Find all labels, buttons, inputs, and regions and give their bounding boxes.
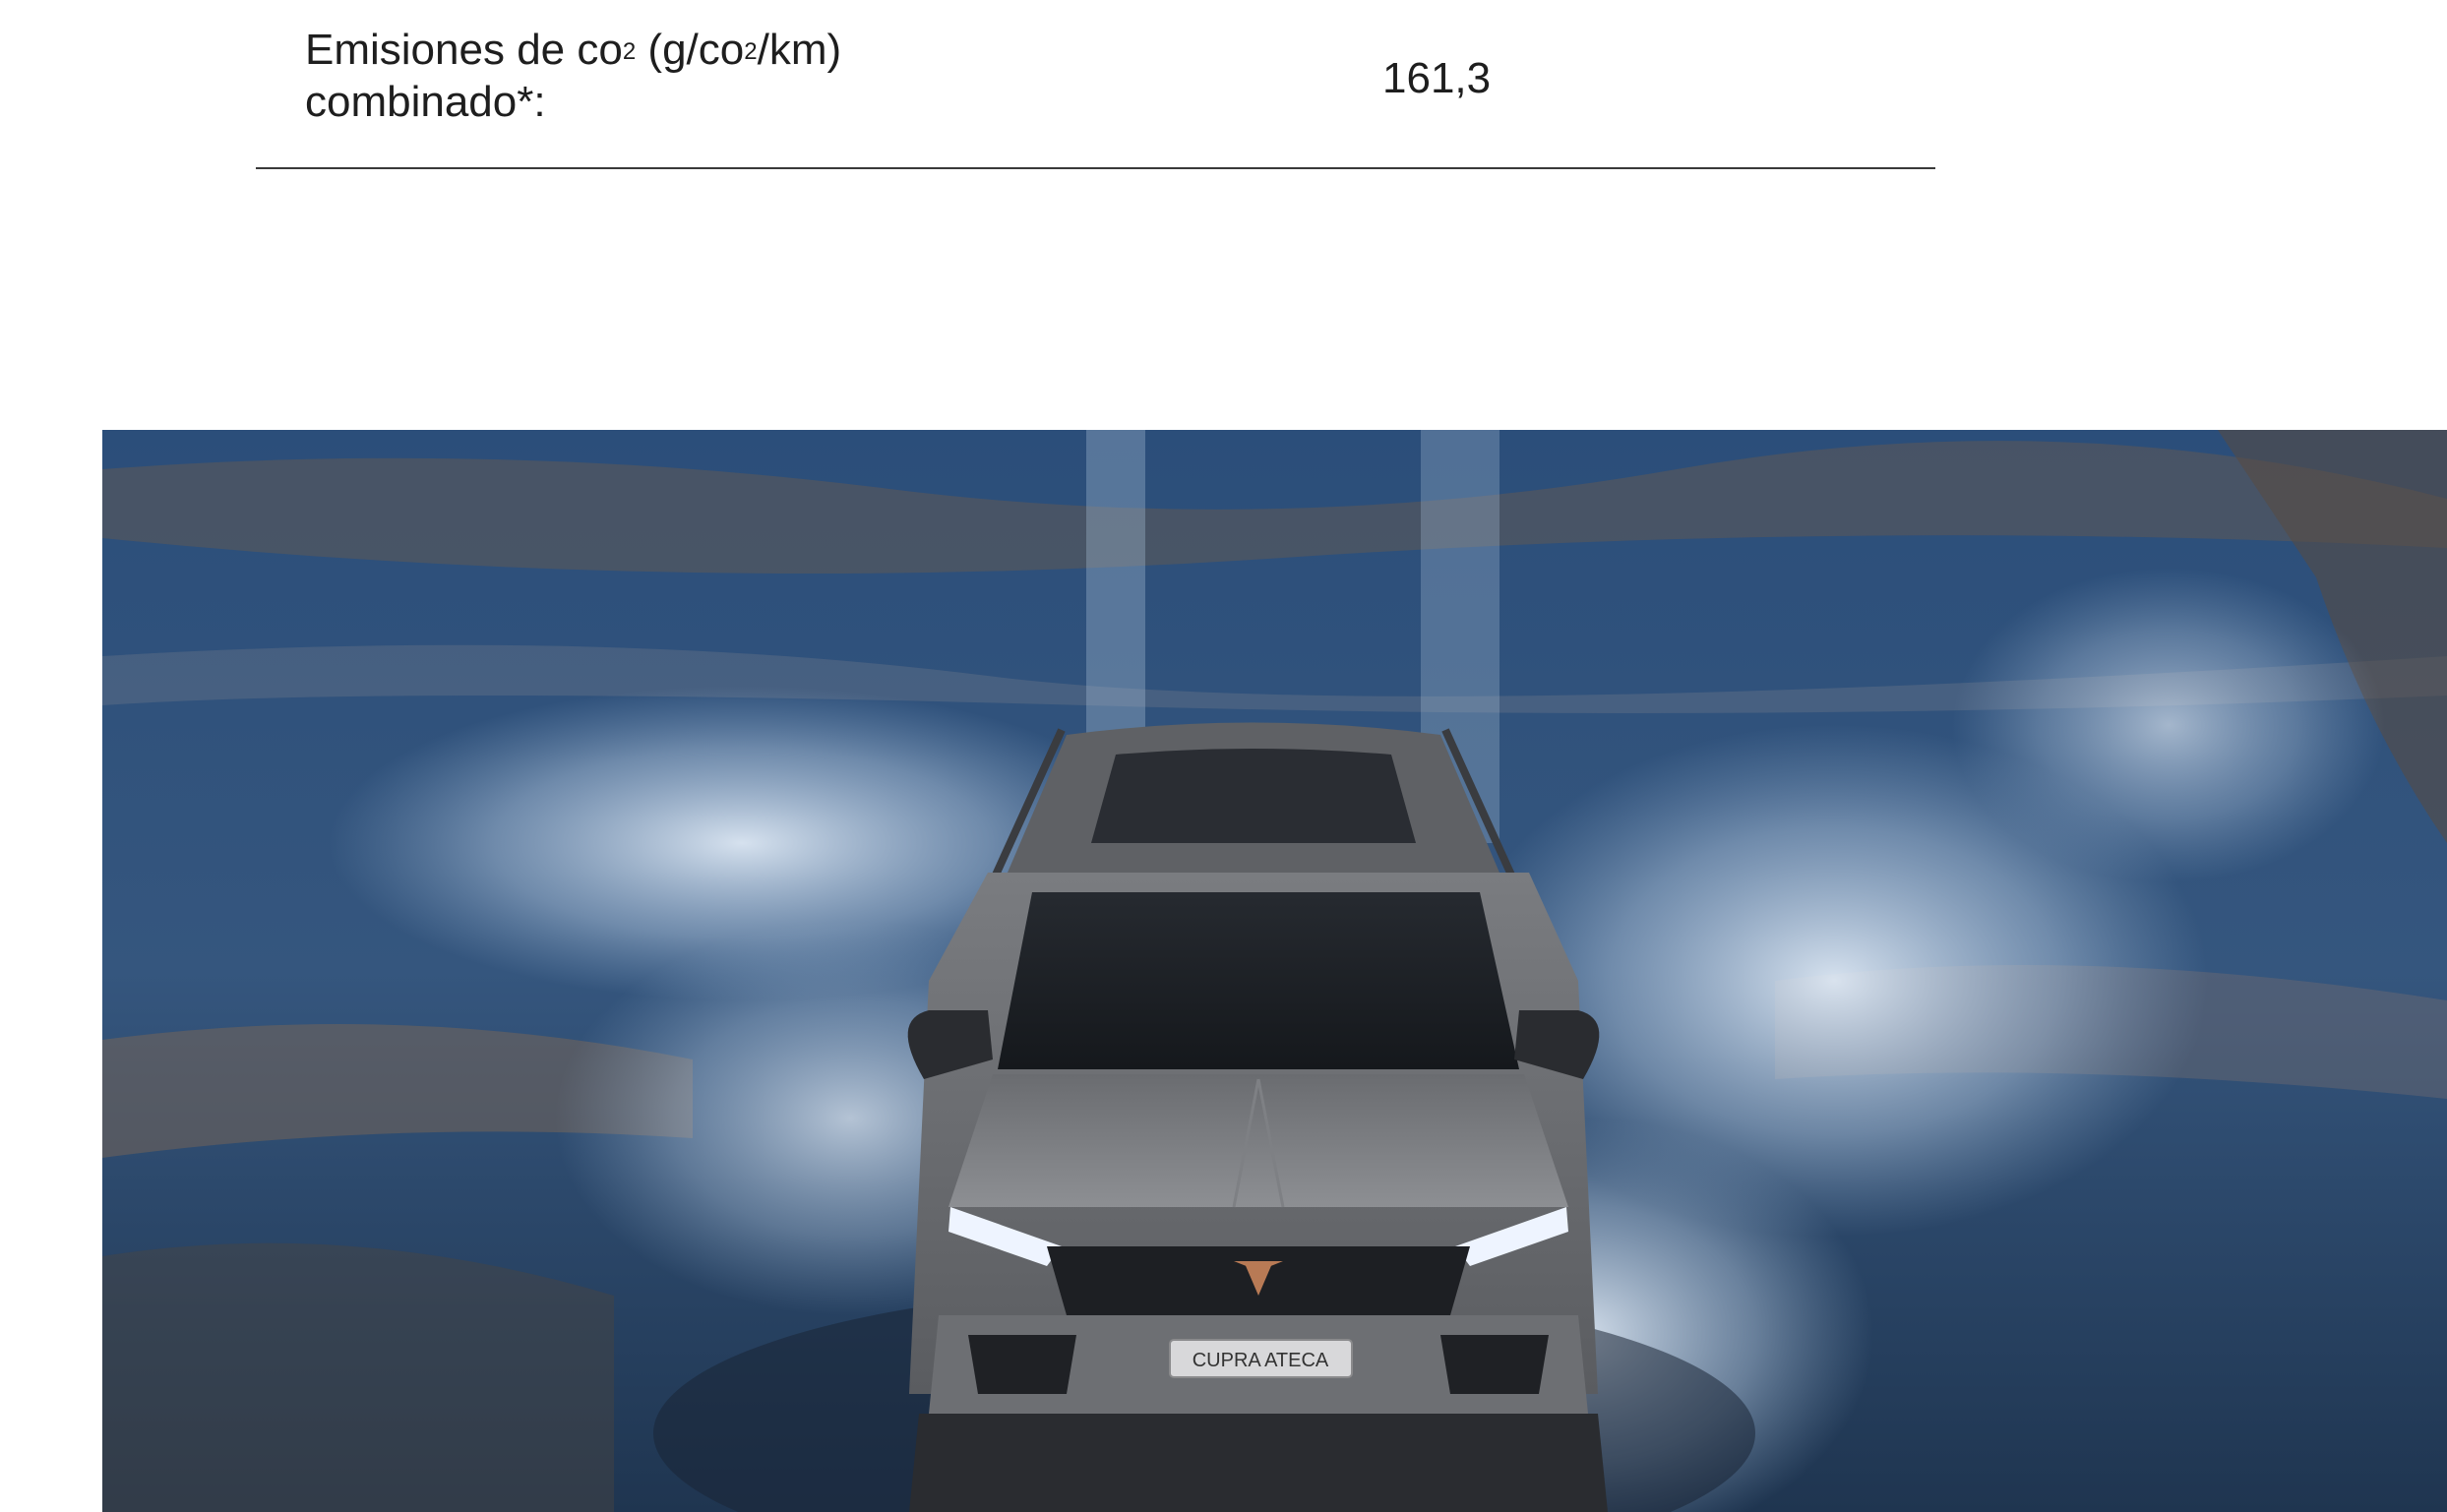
car-photo: CUPRA ATECA xyxy=(102,430,2447,1512)
spec-value: 161,3 xyxy=(1382,54,1492,102)
car-photo-illustration: CUPRA ATECA xyxy=(102,430,2447,1512)
spec-label-text: /km) xyxy=(757,26,842,74)
spec-label-superscript: 2 xyxy=(744,38,758,65)
spec-label-line2: combinado*: xyxy=(305,78,546,126)
license-plate-text: CUPRA ATECA xyxy=(1193,1350,1329,1371)
spec-label-text: Emisiones de co xyxy=(305,26,623,74)
spec-label-superscript: 2 xyxy=(622,38,637,65)
spec-label: Emisiones de co2 (g/co2/km) combinado*: xyxy=(305,24,994,128)
spec-row-co2-emissions: Emisiones de co2 (g/co2/km) combinado*: … xyxy=(256,0,1935,169)
spec-label-text: (g/co xyxy=(636,26,745,74)
spec-label-line1: Emisiones de co2 (g/co2/km) xyxy=(305,24,994,76)
